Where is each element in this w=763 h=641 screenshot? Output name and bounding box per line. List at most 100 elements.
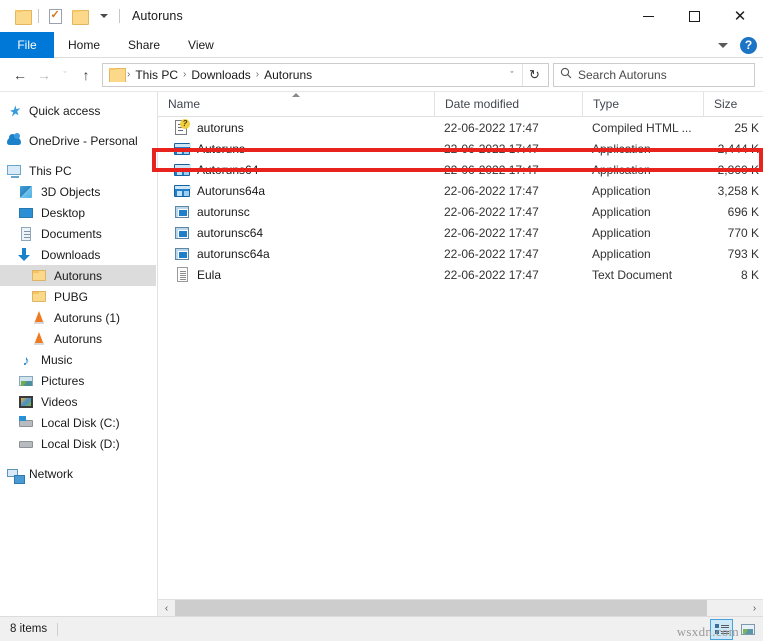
documents-icon [18,226,34,242]
table-row[interactable]: Autoruns 22-06-2022 17:47 Application 2,… [158,138,763,159]
search-input[interactable]: Search Autoruns [578,68,667,82]
sidebar-item-pubg[interactable]: PUBG [0,286,156,307]
drive-icon [18,436,34,452]
file-name: Autoruns64a [197,183,266,198]
cloud-icon [6,132,22,149]
application-icon [174,162,191,178]
sidebar-item-label: Music [41,352,73,367]
tab-view[interactable]: View [174,32,228,58]
new-folder-icon[interactable] [67,4,91,28]
table-row[interactable]: autorunsc 22-06-2022 17:47 Application 6… [158,201,763,222]
ribbon-tab-bar: File Home Share View ? [0,32,763,58]
sidebar-item-music[interactable]: ♪ Music [0,349,156,370]
properties-icon[interactable] [43,4,67,28]
recent-locations-button[interactable]: ˇ [56,63,74,87]
file-name: autorunsc64 [197,225,264,240]
close-button[interactable]: ✕ [717,0,763,32]
sidebar-item-pictures[interactable]: Pictures [0,370,156,391]
application-icon [174,183,191,199]
sidebar-item-this-pc[interactable]: This PC [0,160,156,181]
sidebar-item-label: Pictures [41,373,85,388]
system-drive-icon [18,415,34,431]
star-icon: ★ [5,101,23,120]
table-row[interactable]: autoruns 22-06-2022 17:47 Compiled HTML … [158,117,763,138]
tab-home[interactable]: Home [54,32,114,58]
file-rows: autoruns 22-06-2022 17:47 Compiled HTML … [158,117,763,599]
sidebar-item-downloads[interactable]: Downloads [0,244,156,265]
sidebar-item-documents[interactable]: Documents [0,223,156,244]
expand-ribbon-icon[interactable] [718,42,728,48]
sidebar-item-quick-access[interactable]: ★ Quick access [0,100,156,121]
forward-button[interactable]: → [32,63,56,87]
vlc-icon [31,331,47,347]
column-header-name[interactable]: Name [158,92,434,117]
table-row[interactable]: Eula 22-06-2022 17:47 Text Document 8 K [158,264,763,285]
sidebar-item-local-disk-c[interactable]: Local Disk (C:) [0,412,156,433]
large-icons-view-icon [740,624,755,635]
sidebar-item-autoruns-archive[interactable]: Autoruns [0,328,156,349]
column-header-row: Name Date modified Type Size [158,91,763,117]
help-icon[interactable]: ? [740,36,757,54]
minimize-button[interactable] [625,0,671,32]
sidebar-item-network[interactable]: Network [0,463,156,484]
table-row[interactable]: Autoruns64 22-06-2022 17:47 Application … [158,159,763,180]
column-header-size[interactable]: Size [703,91,763,117]
file-name: autoruns [197,120,244,135]
sidebar-item-desktop[interactable]: Desktop [0,202,156,223]
breadcrumb-item-downloads[interactable]: Downloads [187,68,254,82]
maximize-button[interactable] [671,0,717,32]
file-type: Application [592,246,651,261]
file-date: 22-06-2022 17:47 [444,183,539,198]
file-date: 22-06-2022 17:47 [444,141,539,156]
scrollbar-track[interactable] [175,600,746,616]
file-type: Text Document [592,267,673,282]
up-button[interactable]: ↑ [74,63,98,87]
sidebar-item-3d-objects[interactable]: 3D Objects [0,181,156,202]
scroll-left-icon[interactable]: ‹ [158,600,175,616]
address-dropdown-icon[interactable]: ˇ [502,64,522,86]
file-name-cell: Autoruns [158,138,434,159]
sidebar-item-label: Videos [41,394,78,409]
table-row[interactable]: autorunsc64 22-06-2022 17:47 Application… [158,222,763,243]
scroll-right-icon[interactable]: › [746,600,763,616]
customize-qat-icon[interactable] [91,4,115,28]
search-icon [560,67,572,82]
sidebar-item-autoruns-folder[interactable]: Autoruns [0,265,156,286]
scrollbar-thumb[interactable] [175,600,708,616]
table-row[interactable]: autorunsc64a 22-06-2022 17:47 Applicatio… [158,243,763,264]
horizontal-scrollbar[interactable]: ‹ › [158,599,763,616]
back-button[interactable]: ← [8,63,32,87]
refresh-icon[interactable]: ↻ [522,63,546,86]
sidebar-item-onedrive[interactable]: OneDrive - Personal [0,130,156,151]
qat-separator-2 [119,9,120,23]
column-header-date-modified[interactable]: Date modified [434,91,582,117]
breadcrumb-item-autoruns[interactable]: Autoruns [260,68,316,82]
details-view-button[interactable] [710,619,733,640]
ribbon-right-controls: ? [718,32,757,58]
sidebar-item-label: Documents [41,226,102,241]
sidebar-item-local-disk-d[interactable]: Local Disk (D:) [0,433,156,454]
sort-ascending-icon [292,92,300,97]
address-bar[interactable]: › This PC › Downloads › Autoruns ˇ ↻ [102,62,549,87]
cube-icon [18,184,34,200]
folder-icon [31,268,47,284]
sidebar-item-label: Quick access [29,103,101,118]
column-header-type[interactable]: Type [582,91,703,117]
file-date: 22-06-2022 17:47 [444,120,539,135]
file-type: Application [592,162,651,177]
large-icons-view-button[interactable] [736,619,759,640]
file-list-pane: Name Date modified Type Size autoruns [157,91,763,616]
breadcrumb-item-this-pc[interactable]: This PC [131,68,182,82]
tab-file[interactable]: File [0,32,54,58]
folder-icon[interactable] [10,4,34,28]
tab-share[interactable]: Share [114,32,174,58]
file-size: 770 K [727,225,759,240]
sidebar-item-videos[interactable]: Videos [0,391,156,412]
sidebar-item-label: Autoruns [54,268,103,283]
table-row[interactable]: Autoruns64a 22-06-2022 17:47 Application… [158,180,763,201]
search-box[interactable]: Search Autoruns [553,62,755,87]
file-explorer-window: Autoruns ✕ File Home Share View ? ← → ˇ … [0,0,763,641]
sidebar-item-autoruns-1-archive[interactable]: Autoruns (1) [0,307,156,328]
